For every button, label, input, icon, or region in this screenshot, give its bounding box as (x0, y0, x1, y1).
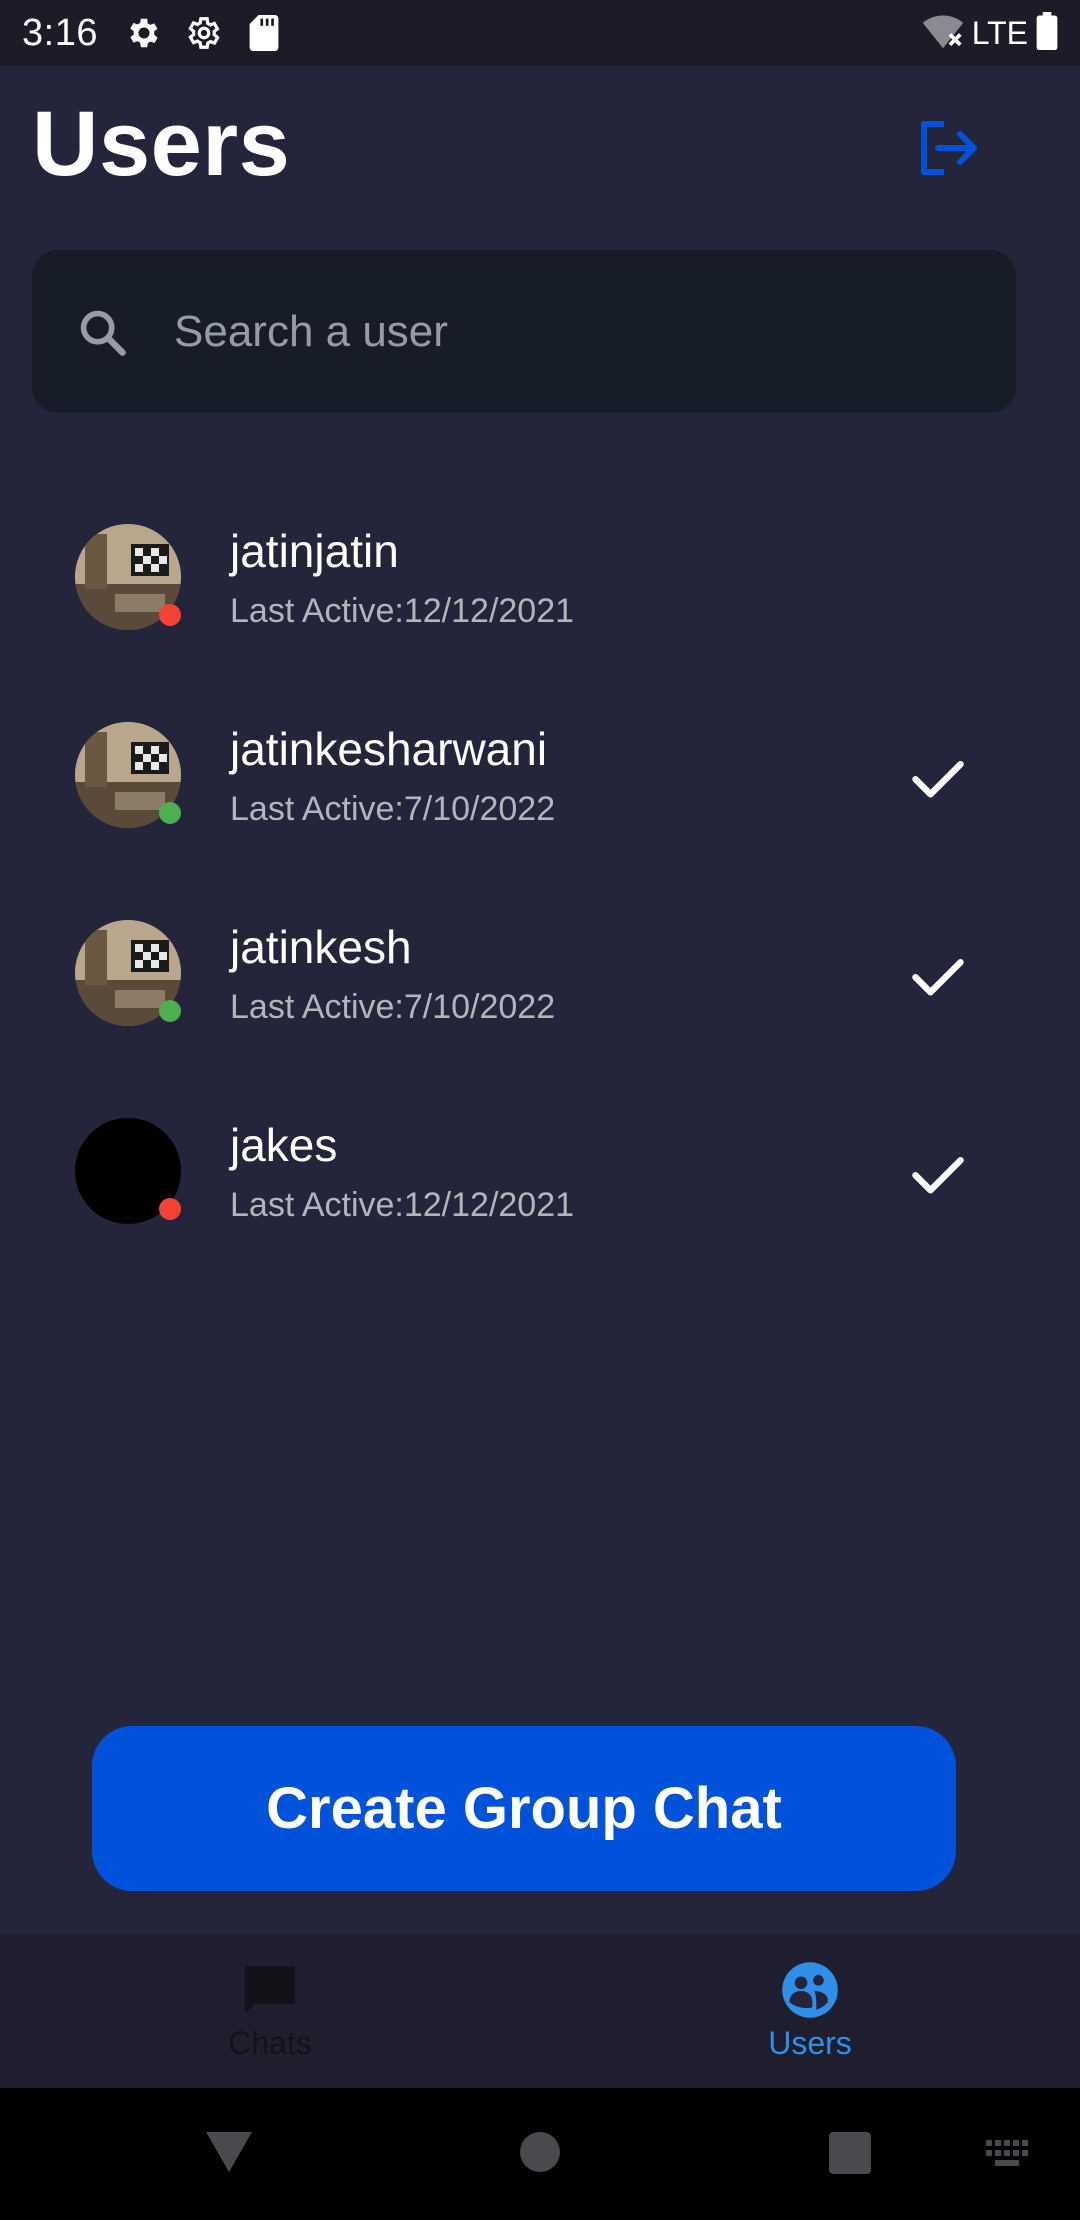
wifi-off-icon (922, 12, 964, 55)
offline-status-dot (159, 604, 181, 626)
keyboard-icon[interactable] (986, 2140, 1028, 2168)
online-status-dot (159, 1000, 181, 1022)
settings-gear-outline-icon (184, 13, 224, 53)
last-active: Last Active:7/10/2022 (230, 790, 556, 828)
user-row-jatinkesh[interactable]: jatinkesh Last Active:7/10/2022 (0, 896, 1080, 1094)
last-active: Last Active:7/10/2022 (230, 988, 556, 1026)
nav-label: Users (768, 2025, 852, 2061)
user-row-jatinkesharwani[interactable]: jatinkesharwani Last Active:7/10/2022 (0, 698, 1080, 896)
bottom-nav: Chats Users (0, 1935, 1080, 2088)
chat-bubble-icon (245, 1966, 295, 2014)
check-icon (912, 761, 964, 798)
offline-status-dot (159, 1198, 181, 1220)
page-title: Users (32, 93, 291, 195)
last-active: Last Active:12/12/2021 (230, 1186, 575, 1224)
screen: 3:16 LTE Users Search a user jatinjatin … (0, 0, 1080, 2220)
search-icon (72, 302, 132, 362)
search-box[interactable] (32, 250, 1016, 413)
search-input[interactable] (174, 306, 934, 357)
user-name: jatinjatin (230, 525, 399, 577)
user-list: jatinjatin Last Active:12/12/2021 jatink… (0, 500, 1080, 1292)
user-name: jakes (230, 1119, 338, 1171)
home-icon[interactable] (520, 2132, 560, 2172)
status-right: LTE (922, 0, 1058, 66)
last-active: Last Active:12/12/2021 (230, 592, 575, 630)
users-icon (782, 1962, 838, 2018)
check-icon (912, 1157, 964, 1194)
sd-card-icon (244, 13, 284, 53)
nav-label: Chats (228, 2025, 312, 2061)
network-label: LTE (971, 14, 1028, 51)
battery-icon (1036, 11, 1058, 55)
online-status-dot (159, 802, 181, 824)
status-bar: 3:16 LTE (0, 0, 1080, 66)
back-icon[interactable] (206, 2132, 252, 2172)
nav-tab-users[interactable]: Users (540, 1935, 1080, 2088)
logout-icon (921, 121, 977, 175)
user-name: jatinkesharwani (230, 723, 548, 775)
nav-tab-chats[interactable]: Chats (0, 1935, 540, 2088)
logout-button[interactable] (912, 112, 984, 184)
user-row-jatinjatin[interactable]: jatinjatin Last Active:12/12/2021 (0, 500, 1080, 698)
user-name: jatinkesh (230, 921, 412, 973)
system-nav-bar (0, 2088, 1080, 2220)
status-time: 3:16 (22, 11, 98, 54)
check-icon (912, 959, 964, 996)
recent-apps-icon[interactable] (829, 2132, 871, 2174)
create-group-chat-button[interactable]: Create Group Chat (92, 1726, 956, 1891)
settings-gear-icon (124, 13, 164, 53)
user-row-jakes[interactable]: jakes Last Active:12/12/2021 (0, 1094, 1080, 1292)
